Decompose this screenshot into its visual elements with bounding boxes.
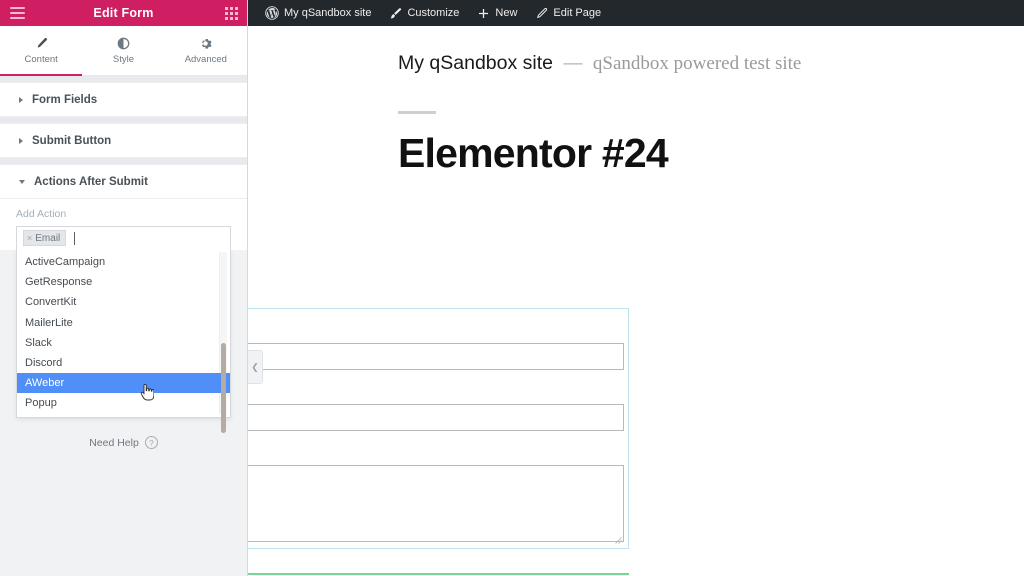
plus-icon <box>477 7 490 20</box>
need-help-link[interactable]: Need Help ? <box>0 436 247 449</box>
section-submit-button[interactable]: Submit Button <box>0 123 247 158</box>
panel-sections: Form Fields Submit Button Actions After … <box>0 76 247 250</box>
elementor-panel: Edit Form Content Style <box>0 0 248 576</box>
chip-remove-icon[interactable]: × <box>27 233 32 243</box>
dropdown-option[interactable]: GetResponse <box>17 272 230 292</box>
dropdown-option[interactable]: Popup <box>17 393 230 413</box>
dropdown-option[interactable]: Slack <box>17 333 230 353</box>
tab-advanced-label: Advanced <box>185 54 227 65</box>
pencil-icon <box>535 7 548 20</box>
elementor-editor: Edit Form Content Style <box>0 0 1024 576</box>
tab-content[interactable]: Content <box>0 26 82 75</box>
paintbrush-icon <box>389 7 402 20</box>
tab-style-label: Style <box>113 54 134 65</box>
tab-content-label: Content <box>25 54 58 65</box>
question-mark-icon: ? <box>145 436 158 449</box>
site-header: My qSandbox site — qSandbox powered test… <box>248 26 1024 75</box>
adminbar-item-edit-page-label: Edit Page <box>553 7 601 19</box>
section-submit-button-label: Submit Button <box>32 135 111 147</box>
dropdown-option[interactable]: MailerLite <box>17 313 230 333</box>
add-action-label: Add Action <box>16 208 231 220</box>
add-action-dropdown: ActiveCampaign GetResponse ConvertKit Ma… <box>16 249 231 418</box>
tab-style[interactable]: Style <box>82 26 164 75</box>
section-form-fields[interactable]: Form Fields <box>0 82 247 117</box>
hamburger-icon[interactable] <box>10 7 25 19</box>
panel-title: Edit Form <box>93 6 153 20</box>
dropdown-scrollbar-thumb[interactable] <box>221 343 226 433</box>
site-title[interactable]: My qSandbox site <box>398 52 553 74</box>
adminbar-item-site[interactable]: My qSandbox site <box>256 0 380 26</box>
chevron-down-icon <box>19 180 25 184</box>
adminbar-item-new[interactable]: New <box>468 0 526 26</box>
adminbar-item-customize-label: Customize <box>407 7 459 19</box>
dropdown-option-highlighted[interactable]: AWeber <box>17 373 230 393</box>
adminbar-item-edit-page[interactable]: Edit Page <box>526 0 610 26</box>
tab-advanced[interactable]: Advanced <box>165 26 247 75</box>
adminbar-item-site-label: My qSandbox site <box>284 7 371 19</box>
section-actions-after-submit-label: Actions After Submit <box>34 176 148 188</box>
section-actions-after-submit[interactable]: Actions After Submit <box>0 164 247 199</box>
panel-collapse-handle[interactable]: ❮ <box>248 350 263 384</box>
dropdown-option[interactable]: ActiveCampaign <box>17 252 230 272</box>
adminbar-item-customize[interactable]: Customize <box>380 0 468 26</box>
panel-tabs: Content Style Advanced <box>0 26 247 76</box>
gear-icon <box>199 37 212 50</box>
add-action-select: × Email ActiveCampaign GetResponse Conve… <box>16 226 231 250</box>
dropdown-option[interactable]: Discord <box>17 353 230 373</box>
page-content: Elementor #24 <box>248 75 1024 174</box>
add-action-input[interactable]: × Email <box>16 226 231 250</box>
dropdown-option[interactable]: ConvertKit <box>17 292 230 312</box>
chevron-left-icon: ❮ <box>251 363 259 372</box>
chevron-right-icon <box>19 97 23 103</box>
page-title: Elementor #24 <box>398 133 1024 174</box>
site-separator: — <box>563 53 582 74</box>
chevron-right-icon <box>19 138 23 144</box>
contrast-icon <box>117 37 130 50</box>
need-help-label: Need Help <box>89 437 139 449</box>
action-chip-email[interactable]: × Email <box>23 230 66 246</box>
wp-admin-bar: My qSandbox site Customize New Edit Page <box>248 0 1024 26</box>
chip-label: Email <box>35 233 60 244</box>
adminbar-item-new-label: New <box>495 7 517 19</box>
text-caret <box>74 232 75 245</box>
add-action-control: Add Action × Email ActiveCampaign GetRes… <box>0 199 247 250</box>
grid-icon[interactable] <box>225 7 238 20</box>
panel-header: Edit Form <box>0 0 247 26</box>
wordpress-logo-icon <box>265 6 279 20</box>
title-rule <box>398 111 436 114</box>
pencil-icon <box>35 37 48 50</box>
site-tagline: qSandbox powered test site <box>593 53 801 74</box>
section-form-fields-label: Form Fields <box>32 94 97 106</box>
